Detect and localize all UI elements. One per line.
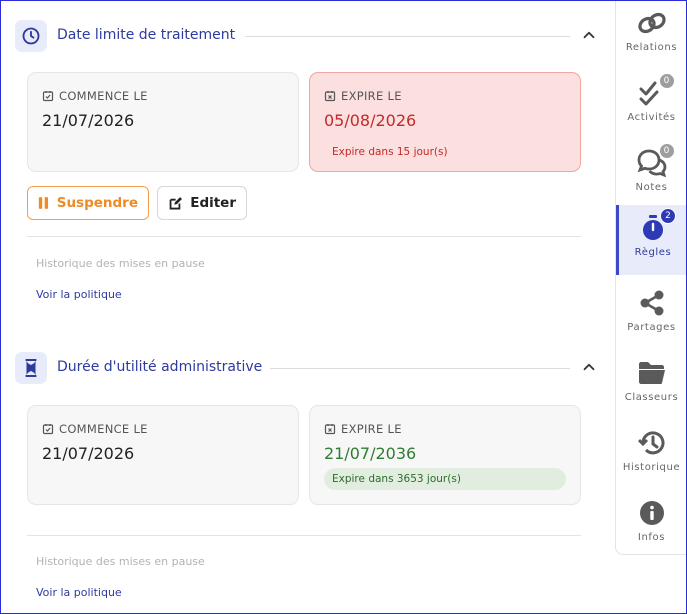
start-date-card: COMMENCE LE 21/07/2026 — [27, 405, 299, 505]
start-date-card: COMMENCE LE 21/07/2026 — [27, 72, 299, 172]
link-icon — [637, 8, 667, 38]
expiry-note: Expire dans 3653 jour(s) — [324, 468, 566, 490]
edit-icon — [169, 196, 182, 209]
sidebar-item-info[interactable]: Infos — [616, 490, 687, 560]
chevron-up-icon[interactable] — [580, 26, 598, 44]
start-label: COMMENCE LE — [59, 422, 148, 436]
sidebar-item-binders[interactable]: Classeurs — [616, 350, 687, 420]
policy-link[interactable]: Voir la politique — [36, 586, 122, 599]
sidebar-item-rules[interactable]: 2 Règles — [616, 205, 687, 275]
pause-icon — [38, 197, 49, 209]
expiry-date-card: EXPIRE LE 21/07/2036 Expire dans 3653 jo… — [309, 405, 581, 505]
expiry-date-card: EXPIRE LE 05/08/2026 Expire dans 15 jour… — [309, 72, 581, 172]
section-header-administrative-utility[interactable]: Durée d'utilité administrative — [15, 352, 600, 384]
section-divider — [27, 236, 581, 237]
calendar-check-icon — [42, 91, 54, 102]
pause-history: Historique des mises en pause — [36, 555, 205, 568]
share-icon — [637, 288, 667, 318]
header-divider — [245, 36, 570, 37]
notes-badge: 0 — [658, 143, 675, 159]
header-divider — [270, 368, 570, 369]
start-label: COMMENCE LE — [59, 89, 148, 103]
sidebar-item-notes[interactable]: 0 Notes — [616, 140, 687, 210]
hourglass-icon — [15, 352, 47, 384]
start-date: 21/07/2026 — [42, 111, 135, 130]
section-header-processing-deadline[interactable]: Date limite de traitement — [15, 20, 600, 52]
double-check-icon: 0 — [637, 73, 675, 108]
clock-icon — [15, 20, 47, 52]
activities-badge: 0 — [658, 73, 675, 89]
expiry-date: 05/08/2026 — [324, 111, 417, 130]
sidebar-item-shares[interactable]: Partages — [616, 280, 687, 350]
expiry-label: EXPIRE LE — [341, 89, 402, 103]
sidebar-item-relations[interactable]: Relations — [616, 0, 687, 70]
pause-history: Historique des mises en pause — [36, 257, 205, 270]
suspend-button[interactable]: Suspendre — [27, 186, 149, 220]
info-icon — [637, 498, 667, 528]
chevron-up-icon[interactable] — [580, 358, 598, 376]
calendar-check-icon — [42, 424, 54, 435]
history-icon — [637, 428, 667, 458]
rules-badge: 2 — [660, 208, 676, 224]
calendar-x-icon — [324, 91, 336, 102]
expiry-date: 21/07/2036 — [324, 444, 417, 463]
folder-icon — [637, 358, 667, 388]
chat-bubbles-icon: 0 — [637, 143, 675, 178]
section-divider — [27, 535, 581, 536]
right-sidebar: Relations 0 Activités 0 Notes 2 Règles P… — [615, 0, 687, 555]
sidebar-item-history[interactable]: Historique — [616, 420, 687, 490]
stopwatch-icon: 2 — [638, 208, 676, 243]
policy-link[interactable]: Voir la politique — [36, 288, 122, 301]
start-date: 21/07/2026 — [42, 444, 135, 463]
edit-button[interactable]: Editer — [157, 186, 247, 220]
section-title: Date limite de traitement — [57, 27, 236, 43]
sidebar-item-activities[interactable]: 0 Activités — [616, 70, 687, 140]
expiry-note: Expire dans 15 jour(s) — [332, 146, 448, 158]
expiry-label: EXPIRE LE — [341, 422, 402, 436]
rules-panel: Date limite de traitement COMMENCE LE 21… — [0, 0, 614, 614]
calendar-x-icon — [324, 424, 336, 435]
section-title: Durée d'utilité administrative — [57, 359, 263, 375]
